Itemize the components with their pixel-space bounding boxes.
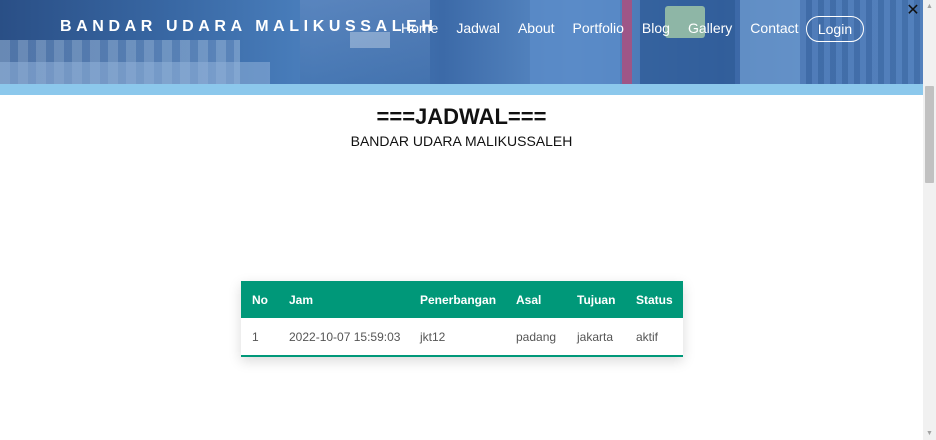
cell-tujuan: jakarta <box>577 329 614 344</box>
nav-jadwal[interactable]: Jadwal <box>456 20 500 36</box>
page: BANDAR UDARA MALIKUSSALEH Home Jadwal Ab… <box>0 0 936 440</box>
column-header-penerbangan: Penerbangan <box>420 292 497 307</box>
scroll-up-arrow-icon[interactable]: ▲ <box>923 0 936 13</box>
page-subtitle: BANDAR UDARA MALIKUSSALEH <box>350 133 573 149</box>
column-header-asal: Asal <box>516 292 542 307</box>
cell-status: aktif <box>636 329 659 344</box>
cell-no: 1 <box>252 329 259 344</box>
nav-gallery[interactable]: Gallery <box>688 20 732 36</box>
login-button[interactable]: Login <box>806 16 864 42</box>
site-brand[interactable]: BANDAR UDARA MALIKUSSALEH <box>60 18 438 36</box>
column-header-no: No <box>252 292 268 307</box>
header: BANDAR UDARA MALIKUSSALEH Home Jadwal Ab… <box>0 0 923 95</box>
nav-portfolio[interactable]: Portfolio <box>573 20 624 36</box>
main-nav: Home Jadwal About Portfolio Blog Gallery… <box>401 20 817 36</box>
column-header-status: Status <box>636 292 673 307</box>
column-header-tujuan: Tujuan <box>577 292 616 307</box>
nav-blog[interactable]: Blog <box>642 20 670 36</box>
table-row: 1 2022-10-07 15:59:03 jkt12 padang jakar… <box>241 318 683 355</box>
close-icon[interactable]: ✕ <box>906 3 920 19</box>
scroll-down-arrow-icon[interactable]: ▼ <box>923 427 936 440</box>
nav-home[interactable]: Home <box>401 20 438 36</box>
cell-asal: padang <box>516 329 557 344</box>
column-header-jam: Jam <box>289 292 314 307</box>
schedule-table: No Jam Penerbangan Asal Tujuan Status 1 … <box>241 281 683 357</box>
table-header-row: No Jam Penerbangan Asal Tujuan Status <box>241 281 683 318</box>
cell-jam: 2022-10-07 15:59:03 <box>289 329 401 344</box>
nav-contact[interactable]: Contact <box>750 20 798 36</box>
vertical-scrollbar[interactable]: ▲ ▼ <box>923 0 936 440</box>
nav-about[interactable]: About <box>518 20 555 36</box>
header-banner-image <box>0 0 923 84</box>
scrollbar-thumb[interactable] <box>925 86 934 183</box>
page-title: ===JADWAL=== <box>376 104 547 129</box>
cell-penerbangan: jkt12 <box>420 329 446 344</box>
